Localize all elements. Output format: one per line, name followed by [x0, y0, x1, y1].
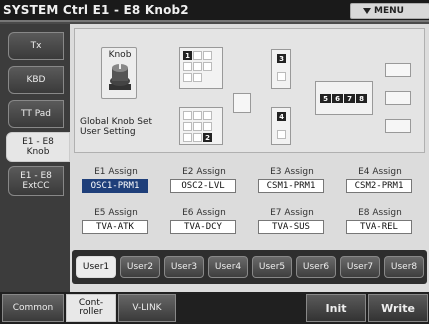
- layout-cell: [203, 51, 212, 60]
- layout-cell: [193, 51, 202, 60]
- tab-e1-e8-extcc[interactable]: E1 - E8 ExtCC: [8, 166, 64, 196]
- main-panel: Knob Global Knob Set User Setting 1 2 3 …: [70, 24, 429, 292]
- layout-number: 4: [277, 112, 286, 121]
- init-button[interactable]: Init: [306, 294, 366, 322]
- left-tab-strip: Tx KBD TT Pad E1 - E8 Knob E1 - E8 ExtCC: [0, 24, 70, 292]
- e4-assign-field[interactable]: CSM2-PRM1: [346, 179, 412, 193]
- knob-set-layout-5678[interactable]: 5 6 7 8: [315, 81, 373, 115]
- controller-button[interactable]: Cont- roller: [66, 294, 116, 322]
- knob-button[interactable]: Knob: [101, 47, 137, 99]
- menu-label: MENU: [374, 6, 404, 16]
- global-knob-set-label: Global Knob Set User Setting: [80, 117, 153, 137]
- e3-assign-field[interactable]: CSM1-PRM1: [258, 179, 324, 193]
- user5-button[interactable]: User5: [252, 256, 292, 278]
- layout-cell: [193, 62, 202, 71]
- chevron-down-icon: [363, 8, 371, 14]
- e2-assign-field[interactable]: OSC2-LVL: [170, 179, 236, 193]
- e1-assign-label: E1 Assign: [94, 167, 138, 177]
- user-selector: User1 User2 User3 User4 User5 User6 User…: [72, 250, 427, 284]
- tab-label: KBD: [26, 75, 46, 85]
- menu-button[interactable]: MENU: [350, 3, 429, 19]
- bottom-bar: Common Cont- roller V-LINK Init Write: [0, 292, 429, 324]
- layout-cell: [203, 111, 212, 120]
- user7-button[interactable]: User7: [340, 256, 380, 278]
- tab-label: TT Pad: [21, 109, 51, 119]
- user4-button[interactable]: User4: [208, 256, 248, 278]
- e4-assign-label: E4 Assign: [358, 167, 402, 177]
- user1-button[interactable]: User1: [76, 256, 116, 278]
- layout-square[interactable]: [233, 93, 251, 113]
- common-button[interactable]: Common: [2, 294, 64, 322]
- tab-label: E1 - E8 ExtCC: [20, 171, 52, 191]
- e8-assign-label: E8 Assign: [358, 208, 402, 218]
- layout-cell: [193, 111, 202, 120]
- user3-button[interactable]: User3: [164, 256, 204, 278]
- e3-assign-label: E3 Assign: [270, 167, 314, 177]
- layout-number: 3: [277, 54, 286, 63]
- layout-cell: [277, 72, 286, 81]
- layout-square[interactable]: [385, 119, 411, 133]
- title-bar: SYSTEM Ctrl E1 - E8 Knob2 MENU: [0, 0, 429, 22]
- knob-label: Knob: [108, 50, 132, 60]
- user8-button[interactable]: User8: [384, 256, 424, 278]
- layout-number: 8: [356, 94, 367, 103]
- e8-assign-field[interactable]: TVA-REL: [346, 220, 412, 234]
- layout-number: 5: [320, 94, 331, 103]
- tab-tt-pad[interactable]: TT Pad: [8, 100, 64, 128]
- e6-assign-label: E6 Assign: [182, 208, 226, 218]
- tab-tx[interactable]: Tx: [8, 32, 64, 60]
- tab-label: Tx: [30, 41, 42, 51]
- knob-set-panel: Knob Global Knob Set User Setting 1 2 3 …: [74, 28, 425, 153]
- write-button[interactable]: Write: [368, 294, 428, 322]
- layout-number: 7: [344, 94, 355, 103]
- layout-cell: [183, 133, 192, 142]
- e1-assign-field[interactable]: OSC1-PRM1: [82, 179, 148, 193]
- knob-set-layout-3[interactable]: 3: [271, 49, 291, 89]
- layout-cell: [193, 133, 202, 142]
- layout-square[interactable]: [385, 63, 411, 77]
- layout-cell: [183, 73, 192, 82]
- layout-cell: [277, 130, 286, 139]
- knob-set-layout-2[interactable]: 2: [179, 107, 223, 145]
- knob-set-layout-4[interactable]: 4: [271, 107, 291, 145]
- user6-button[interactable]: User6: [296, 256, 336, 278]
- e5-assign-label: E5 Assign: [94, 208, 138, 218]
- e7-assign-label: E7 Assign: [270, 208, 314, 218]
- knob-icon: [109, 64, 131, 90]
- page-title: SYSTEM Ctrl E1 - E8 Knob2: [3, 3, 189, 17]
- layout-square[interactable]: [385, 91, 411, 105]
- layout-cell: [193, 73, 202, 82]
- layout-number: 6: [332, 94, 343, 103]
- layout-cell: [203, 122, 212, 131]
- layout-cell: [203, 62, 212, 71]
- knob-set-layout-1[interactable]: 1: [179, 47, 223, 89]
- e5-assign-field[interactable]: TVA-ATK: [82, 220, 148, 234]
- layout-number: 1: [183, 51, 192, 60]
- layout-cell: [183, 111, 192, 120]
- tab-kbd[interactable]: KBD: [8, 66, 64, 94]
- e6-assign-field[interactable]: TVA-DCY: [170, 220, 236, 234]
- tab-label: E1 - E8 Knob: [22, 137, 54, 157]
- layout-cell: [193, 122, 202, 131]
- e7-assign-field[interactable]: TVA-SUS: [258, 220, 324, 234]
- layout-cell: [183, 122, 192, 131]
- e2-assign-label: E2 Assign: [182, 167, 226, 177]
- layout-number: 2: [203, 133, 212, 142]
- layout-cell: [183, 62, 192, 71]
- v-link-button[interactable]: V-LINK: [118, 294, 176, 322]
- tab-e1-e8-knob[interactable]: E1 - E8 Knob: [6, 132, 70, 162]
- user2-button[interactable]: User2: [120, 256, 160, 278]
